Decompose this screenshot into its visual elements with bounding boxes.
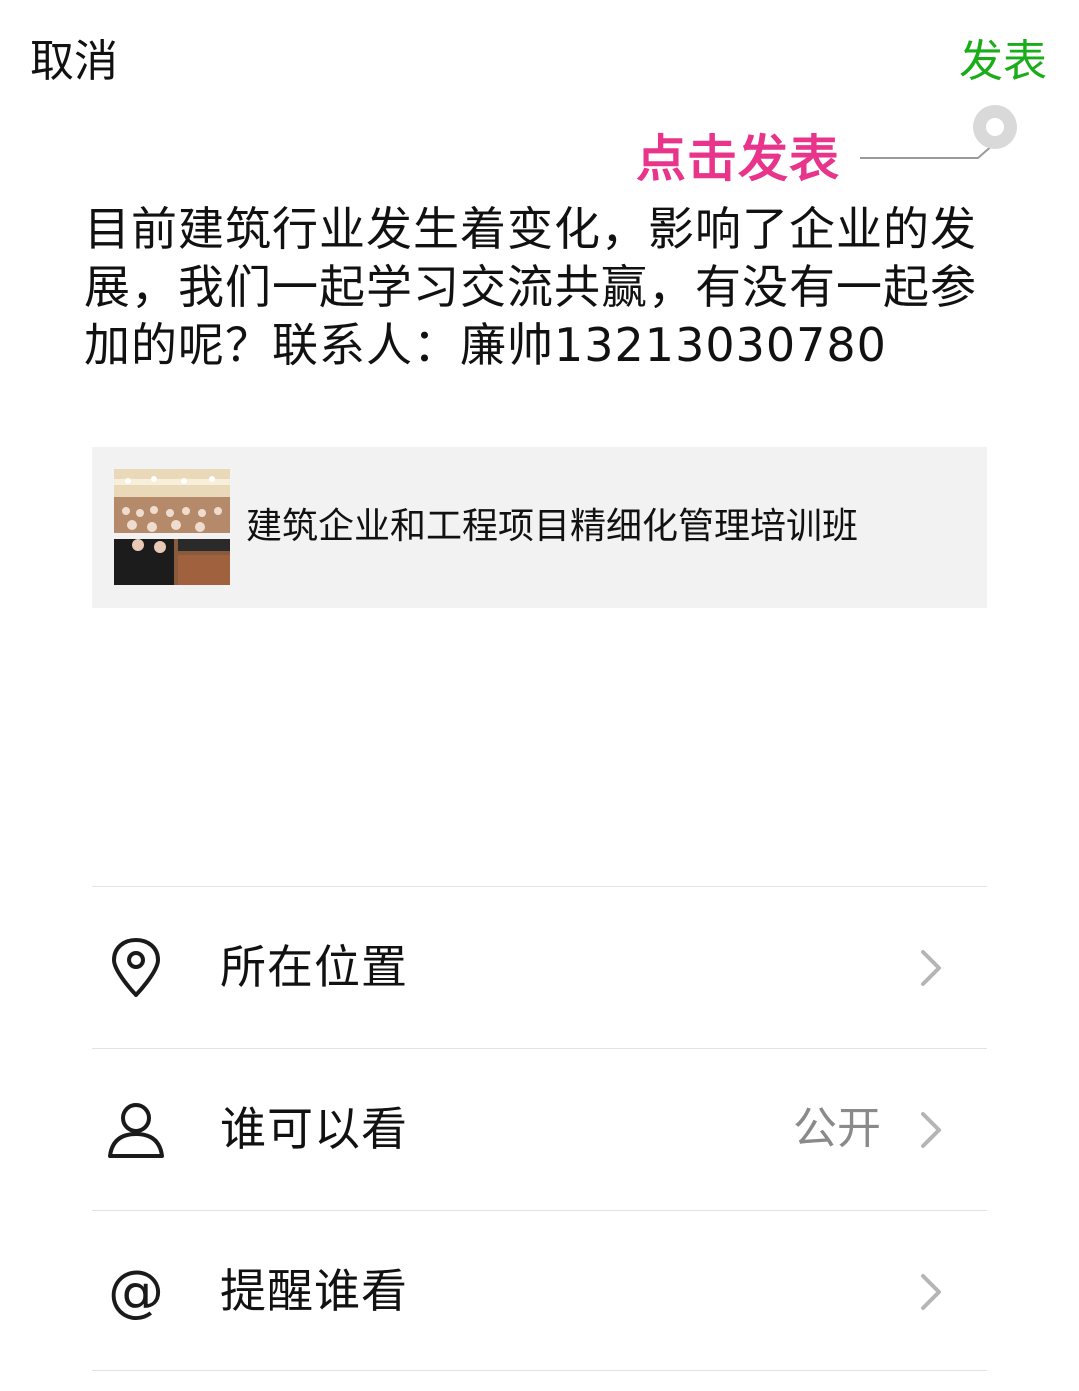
option-label: 谁可以看 [220, 1102, 408, 1156]
cancel-button[interactable]: 取消 [30, 32, 118, 92]
divider [92, 1048, 987, 1049]
option-visibility[interactable]: 谁可以看 公开 [92, 1050, 987, 1210]
callout-line-icon [860, 105, 1017, 159]
post-text-content[interactable]: 目前建筑行业发生着变化，影响了企业的发展，我们一起学习交流共赢，有没有一起参加的… [84, 200, 994, 374]
publish-button[interactable]: 发表 [959, 32, 1047, 92]
divider [92, 1210, 987, 1211]
option-location[interactable]: 所在位置 [92, 888, 987, 1048]
conference-thumbnail-image [114, 469, 230, 585]
link-card-title: 建筑企业和工程项目精细化管理培训班 [246, 506, 859, 547]
chevron-right-icon [921, 1274, 941, 1310]
svg-text:@: @ [108, 1262, 164, 1322]
option-label: 提醒谁看 [220, 1264, 408, 1318]
chevron-right-icon [921, 1112, 941, 1148]
shared-link-card[interactable]: 建筑企业和工程项目精细化管理培训班 [92, 447, 987, 608]
divider [92, 1370, 987, 1371]
at-sign-icon: @ [108, 1262, 164, 1322]
option-label: 所在位置 [220, 940, 408, 994]
location-pin-icon [112, 938, 160, 997]
option-value: 公开 [793, 1103, 881, 1154]
publish-hint-label: 点击发表 [636, 130, 840, 188]
option-remind[interactable]: @ 提醒谁看 [92, 1212, 987, 1372]
person-icon [108, 1103, 164, 1158]
divider [92, 886, 987, 887]
chevron-right-icon [921, 950, 941, 986]
